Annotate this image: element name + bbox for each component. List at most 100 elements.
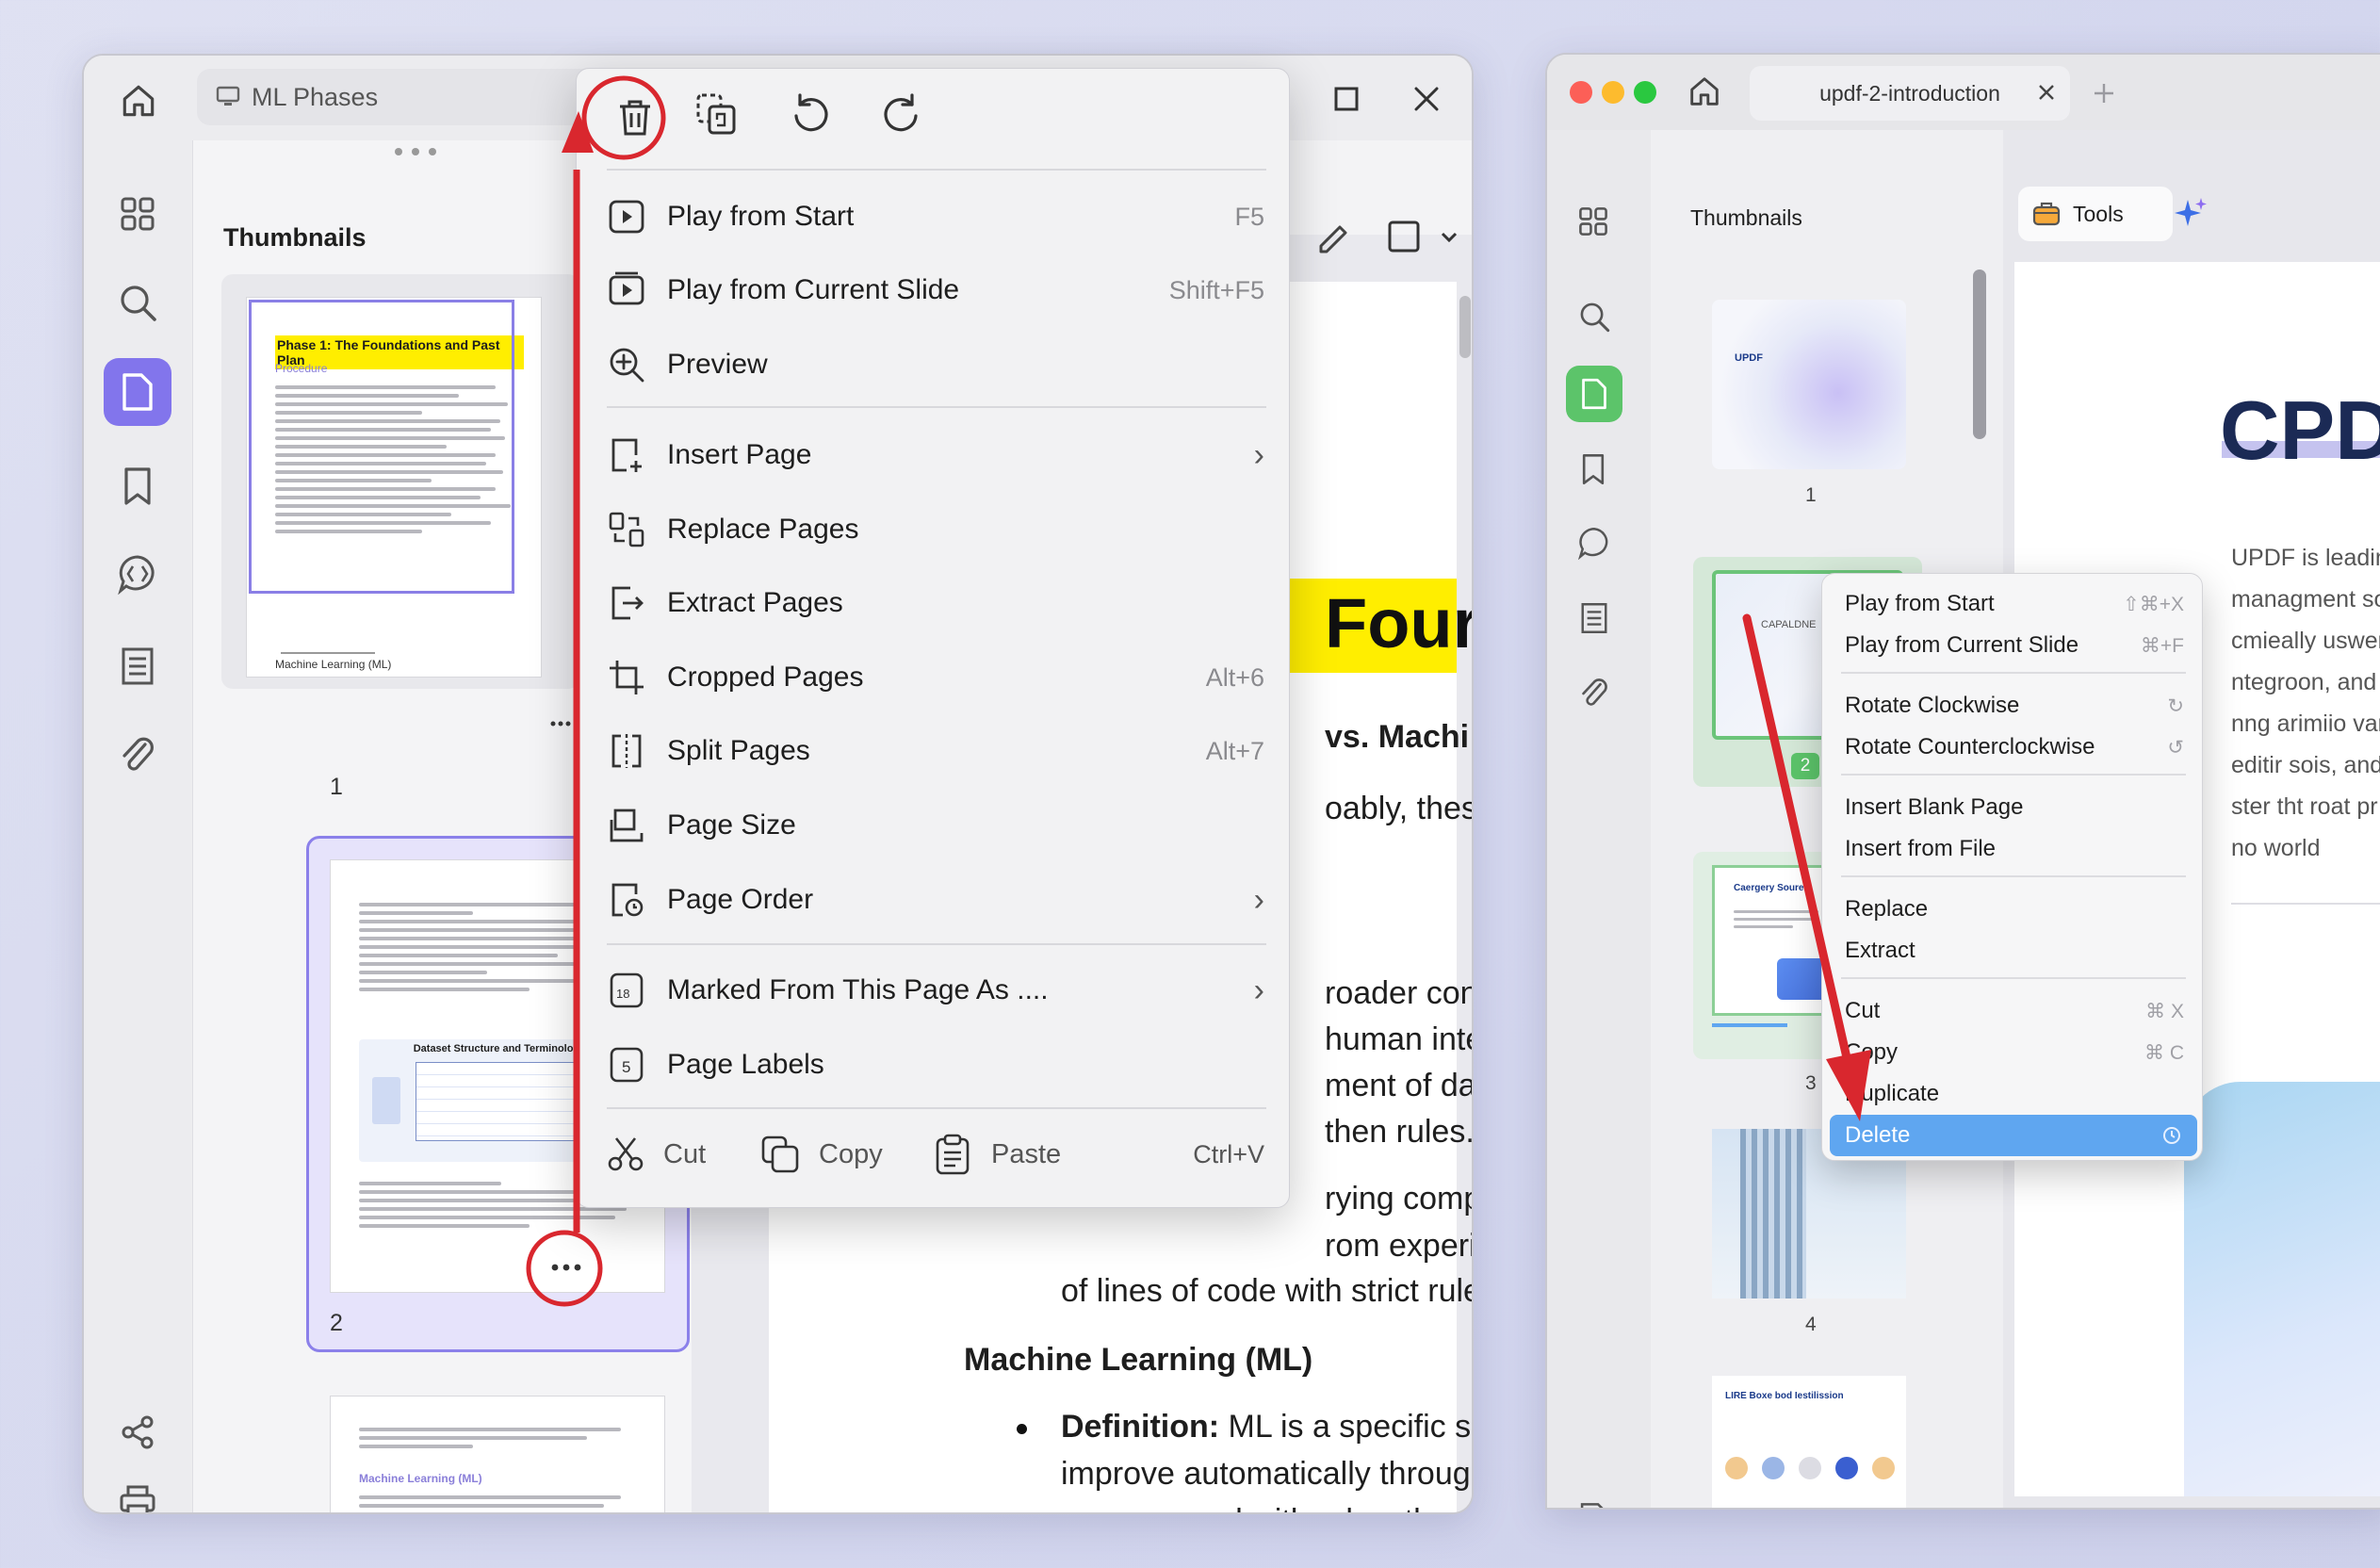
tab-close-icon[interactable] [2035,81,2060,106]
menu-play-from-current-slide[interactable]: Play from Current Slide ⌘+F [1845,627,2184,664]
rotate-left-icon[interactable] [787,90,843,146]
menu-cropped-pages[interactable]: Cropped Pages Alt+6 [605,647,1264,708]
doc-line-4: ntegroon, and ex [2231,669,2380,695]
menu-shortcut: ⌘ C [2144,1041,2184,1064]
menu-cut[interactable]: Cut ⌘ X [1845,992,2184,1030]
chevron-down-icon[interactable] [1439,230,1461,249]
menu-shortcut: ⌘ X [2145,1000,2184,1022]
menu-paste[interactable]: Paste Ctrl+V [935,1126,1264,1183]
menu-extract-pages[interactable]: Extract Pages [605,573,1264,633]
bookmark-icon[interactable] [104,452,171,520]
menu-insert-from-file[interactable]: Insert from File [1845,830,2184,868]
menu-marked-from-page[interactable]: 18 Marked From This Page As .... › [605,960,1264,1021]
menu-label: Rotate Clockwise [1845,693,2020,718]
menu-page-size[interactable]: Page Size [605,795,1264,856]
grid-icon[interactable] [1577,205,1609,237]
form-icon[interactable] [104,632,171,700]
doc-line-1: UPDF is leading, [2231,545,2380,571]
doc-def-line-3: programmed with rules, the mac [1061,1503,1472,1512]
scrollbar[interactable] [1459,296,1471,358]
convert-icon[interactable] [1577,1501,1609,1508]
panel-scrollbar[interactable] [1973,270,1986,439]
grid-icon[interactable] [104,180,171,248]
menu-play-from-start[interactable]: Play from Start ⇧⌘+X [1845,585,2184,623]
copy-icon [760,1135,800,1174]
close-dot[interactable] [1570,81,1592,104]
ai-sparkle-icon[interactable] [2173,196,2210,234]
menu-split-pages[interactable]: Split Pages Alt+7 [605,721,1264,781]
thumbnail-page-5[interactable]: LIRE Boxe bod Iestilission [1712,1376,1906,1508]
thumbnail-card-1[interactable]: Phase 1: The Foundations and Past Plan P… [221,274,579,689]
left-sidebar-rail [84,140,192,1512]
print-icon[interactable] [104,1469,171,1512]
attachment-icon[interactable] [1577,677,1611,710]
menu-duplicate[interactable]: Duplicate [1845,1075,2184,1113]
doc-para-1: roader con [1325,975,1474,1011]
doc-title: Four [1325,584,1474,662]
menu-page-labels[interactable]: 5 Page Labels [605,1035,1264,1095]
thumb3-heading: Machine Learning (ML) [359,1472,482,1485]
doc-line-2: managment solu [2231,586,2380,612]
document-tab[interactable]: updf-2-introduction [1750,66,2070,121]
toolbox-icon [2031,200,2062,228]
new-tab-icon[interactable] [2092,81,2118,107]
delete-icon[interactable] [605,88,665,148]
attachment-icon[interactable] [104,722,171,790]
doc-def-line-2: improve automatically through a [1061,1456,1474,1492]
chevron-right-icon: › [1253,881,1264,918]
menu-label: Page Order [667,884,814,915]
thumbnail-page-1[interactable]: UPDF [1712,300,1906,469]
more-options-button[interactable] [544,1249,589,1286]
menu-play-from-start[interactable]: Play from Start F5 [605,187,1264,247]
menu-replace-pages[interactable]: Replace Pages [605,499,1264,560]
menu-preview[interactable]: Preview [605,335,1264,395]
comment-icon[interactable] [1577,526,1611,560]
menu-rotate-clockwise[interactable]: Rotate Clockwise ↻ [1845,687,2184,725]
more-options-button-small[interactable] [549,720,572,733]
form-icon[interactable] [1579,601,1609,635]
page-number-4: 4 [1805,1314,1817,1335]
pen-tool-icon[interactable] [1313,216,1355,257]
maximize-dot[interactable] [1634,81,1656,104]
minimize-dot[interactable] [1602,81,1624,104]
menu-copy[interactable]: Copy ⌘ C [1845,1034,2184,1071]
tools-button[interactable]: Tools [2018,187,2173,241]
share-icon[interactable] [104,1398,171,1466]
search-icon[interactable] [104,269,171,336]
menu-delete[interactable]: Delete [1830,1115,2197,1156]
page-number-2-badge: 2 [1791,753,1819,779]
menu-play-from-current-slide[interactable]: Play from Current Slide Shift+F5 [605,260,1264,320]
menu-cut[interactable]: Cut [607,1126,706,1183]
bookmark-icon[interactable] [1580,452,1606,486]
home-icon[interactable] [112,74,165,127]
menu-shortcut: Alt+6 [1205,662,1264,692]
thumbnail-page-3[interactable]: Machine Learning (ML) [330,1396,665,1512]
search-icon[interactable] [1577,300,1611,334]
menu-extract[interactable]: Extract [1845,932,2184,970]
menu-insert-page[interactable]: Insert Page › [605,425,1264,485]
home-icon[interactable] [1687,74,1724,111]
menu-replace[interactable]: Replace [1845,890,2184,928]
menu-page-order[interactable]: Page Order › [605,870,1264,930]
panel-drag-handle[interactable] [395,148,436,157]
maximize-button[interactable] [1328,80,1365,118]
scissors-icon [607,1135,644,1173]
copy-page-icon[interactable] [694,91,751,148]
menu-label: Cut [1845,998,1881,1023]
thumb1-footer: Machine Learning (ML) [275,658,392,671]
pages-icon[interactable] [1566,366,1622,422]
close-button[interactable] [1408,80,1445,118]
pages-icon[interactable] [104,358,171,426]
menu-insert-blank-page[interactable]: Insert Blank Page [1845,789,2184,826]
rotate-right-icon[interactable] [878,90,935,146]
menu-label: Extract Pages [667,587,843,618]
doc-line-3: cmieally uswera [2231,628,2380,654]
doc-para-4: then rules. [1325,1114,1474,1150]
shape-tool-icon[interactable] [1387,220,1425,257]
thumbnails-title: Thumbnails [1690,205,1802,230]
menu-rotate-counterclockwise[interactable]: Rotate Counterclockwise ↺ [1845,728,2184,766]
menu-copy[interactable]: Copy [760,1126,883,1183]
doc-para-5: rying comp [1325,1181,1474,1217]
comment-icon[interactable] [104,540,171,608]
menu-label: Insert Blank Page [1845,794,2024,820]
